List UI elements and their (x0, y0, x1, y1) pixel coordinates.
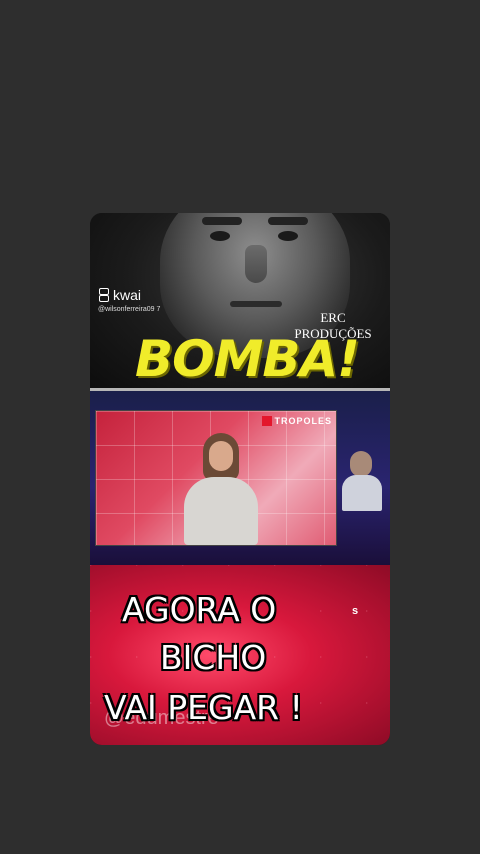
caption-line-3: VAI PEGAR ! (104, 688, 303, 727)
kwai-brand: kwai (113, 287, 142, 303)
caption-side-mark: s (352, 605, 359, 617)
metropoles-logo: TROPOLES (262, 416, 332, 426)
caption-panel: @edumestre AGORA O s BICHO VAI PEGAR ! (90, 565, 390, 745)
right-eye (278, 231, 298, 241)
news-studio-screen: TROPOLES (96, 411, 336, 545)
metropoles-m-icon (262, 416, 273, 426)
kwai-watermark: kwai (98, 287, 141, 303)
nose (245, 245, 267, 283)
side-commentator (342, 451, 382, 511)
presenter-body (184, 477, 258, 545)
video-card[interactable]: kwai @wilsonferreira09 7 ERC PRODUÇÕES B… (90, 213, 390, 745)
kwai-handle: @wilsonferreira09 7 (98, 306, 161, 313)
producer-line1: ERC (320, 310, 346, 325)
headline: BOMBA! (135, 330, 360, 388)
left-eye (210, 231, 230, 241)
left-brow (202, 217, 242, 225)
right-brow (268, 217, 308, 225)
commentator-head (350, 451, 372, 477)
news-panel: TROPOLES (90, 391, 390, 565)
mouth (230, 301, 282, 307)
metropoles-text: TROPOLES (274, 416, 332, 426)
top-panel: kwai @wilsonferreira09 7 ERC PRODUÇÕES B… (90, 213, 390, 391)
kwai-logo-icon (98, 288, 110, 302)
caption-line-2: BICHO (160, 638, 267, 677)
commentator-body (342, 475, 382, 511)
presenter (176, 433, 266, 545)
caption-line-1: AGORA O (122, 590, 277, 629)
presenter-face (209, 441, 233, 471)
